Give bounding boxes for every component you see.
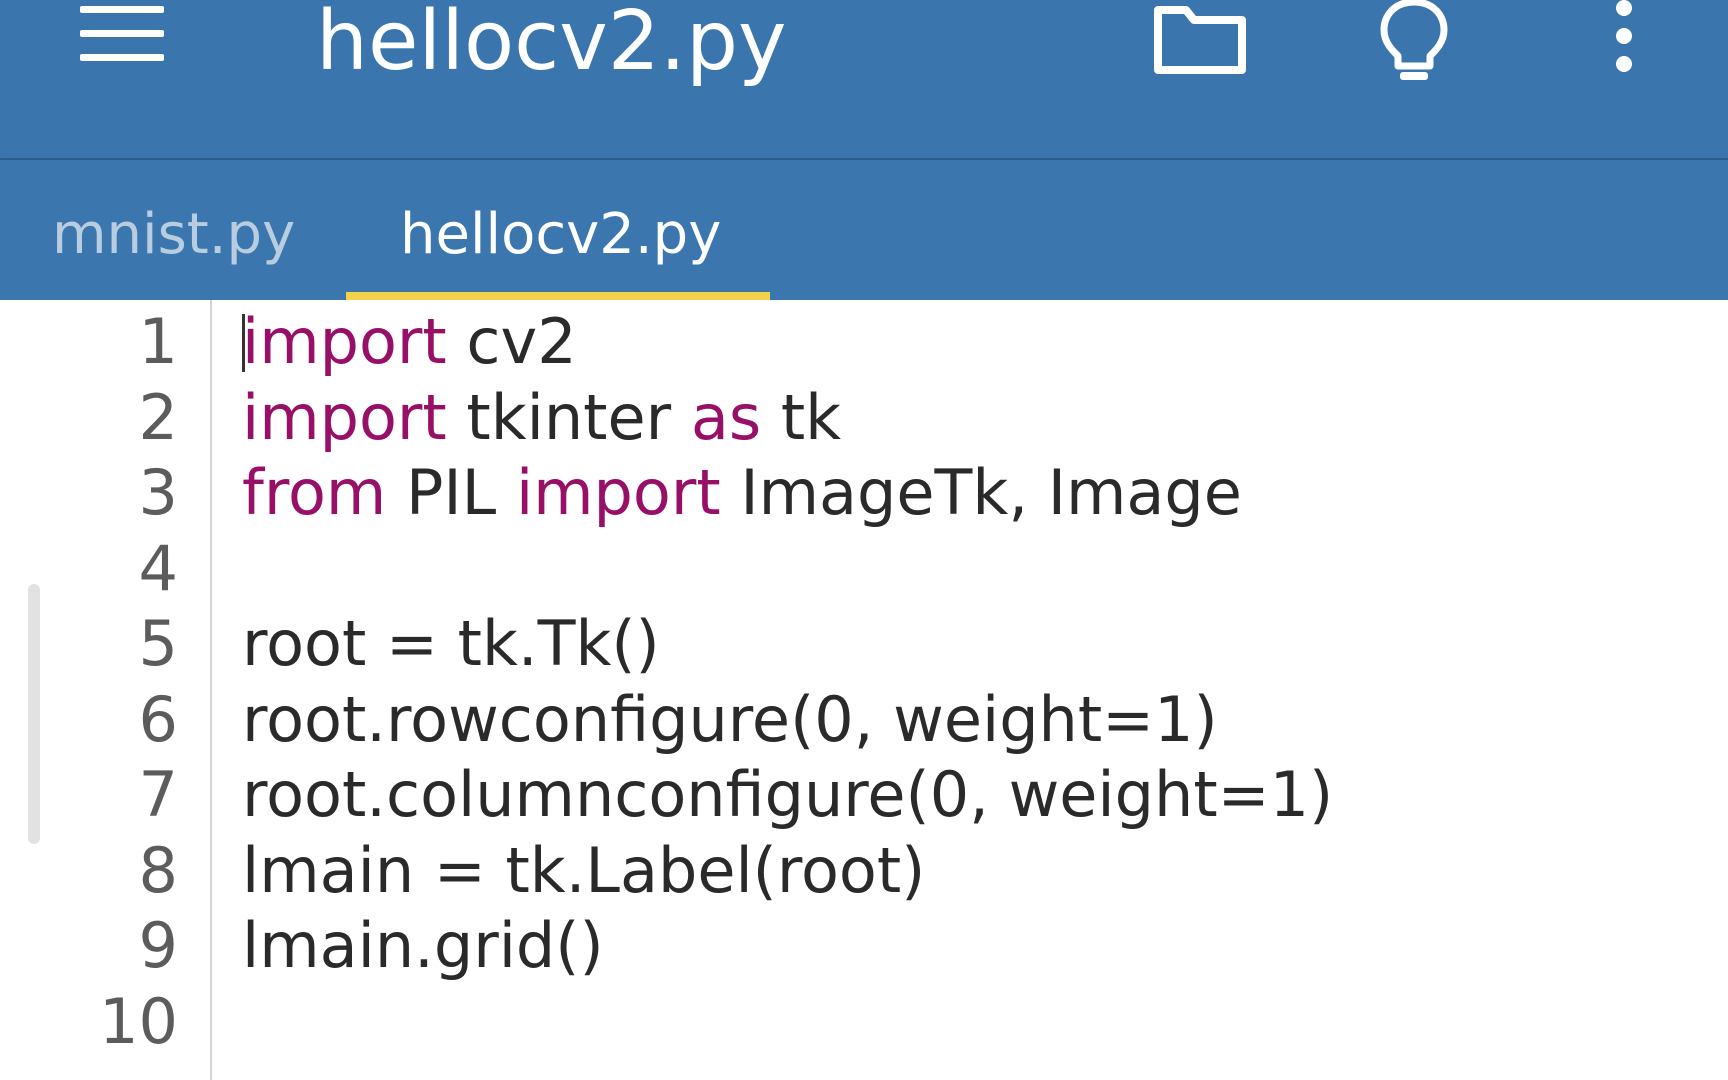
line-number: 7: [138, 758, 178, 831]
line-code: root = tk.Tk(): [242, 602, 660, 685]
line-number: 5: [138, 607, 178, 680]
active-tab-indicator: [346, 292, 770, 300]
code-line[interactable]: 9 lmain.grid(): [0, 904, 1728, 987]
line-number: 6: [138, 682, 178, 756]
line-code: from PIL import ImageTk, Image: [242, 451, 1242, 534]
code-line[interactable]: 4: [0, 527, 1728, 610]
code-token: cv2: [446, 305, 577, 378]
code-token: lmain = tk.Label(root): [242, 833, 926, 907]
code-keyword: import: [242, 380, 447, 454]
code-line[interactable]: 2 import tkinter as tk: [0, 376, 1728, 459]
code-keyword: as: [690, 380, 762, 454]
app-title: hellocv2.py: [316, 0, 787, 89]
text-cursor: [242, 314, 245, 372]
code-line[interactable]: 6 root.rowconfigure(0, weight=1): [0, 678, 1728, 761]
code-line[interactable]: 1 import cv2: [0, 300, 1728, 383]
line-code: root.columnconfigure(0, weight=1): [242, 753, 1333, 836]
code-line[interactable]: 7 root.columnconfigure(0, weight=1): [0, 753, 1728, 836]
code-keyword: import: [242, 305, 447, 378]
line-number: 3: [138, 456, 178, 529]
menu-icon[interactable]: [72, 0, 168, 78]
code-token: tkinter: [446, 380, 691, 454]
line-code: lmain.grid(): [242, 904, 604, 987]
code-token: root = tk.Tk(): [242, 607, 660, 680]
code-keyword: import: [515, 456, 721, 529]
code-line[interactable]: 3 from PIL import ImageTk, Image: [0, 451, 1728, 534]
line-number: 9: [138, 909, 178, 982]
code-token: lmain.grid(): [242, 909, 604, 982]
line-number: 2: [138, 380, 178, 454]
tab-mnist[interactable]: mnist.py: [52, 160, 295, 300]
lightbulb-icon[interactable]: [1372, 0, 1456, 84]
line-number: 4: [138, 531, 178, 605]
tab-bar: mnist.py hellocv2.py: [0, 160, 1728, 300]
code-editor[interactable]: 1 import cv2 2 import tkinter as tk 3 from PI…: [0, 300, 1728, 1080]
editor-app: hellocv2.py mnist.py hellocv2.py 1 impor…: [0, 0, 1728, 1080]
more-vert-icon[interactable]: [1600, 0, 1648, 80]
tab-hellocv2[interactable]: hellocv2.py: [400, 160, 721, 300]
line-code: import cv2: [242, 300, 577, 383]
folder-icon[interactable]: [1150, 0, 1250, 80]
line-number: 1: [138, 305, 178, 378]
code-keyword: from: [242, 456, 387, 529]
line-code: lmain = tk.Label(root): [242, 829, 925, 912]
code-token: tk: [761, 380, 842, 454]
code-token: root.columnconfigure(0, weight=1): [242, 758, 1334, 831]
line-code: import tkinter as tk: [242, 376, 841, 459]
code-token: ImageTk, Image: [720, 456, 1242, 529]
code-token: PIL: [386, 456, 516, 529]
line-number: 8: [138, 833, 178, 907]
line-code: root.rowconfigure(0, weight=1): [242, 678, 1218, 761]
code-line[interactable]: 5 root = tk.Tk(): [0, 602, 1728, 685]
code-token: root.rowconfigure(0, weight=1): [242, 682, 1218, 756]
code-line[interactable]: 10: [0, 980, 1728, 1063]
app-bar: hellocv2.py: [0, 0, 1728, 160]
code-line[interactable]: 8 lmain = tk.Label(root): [0, 829, 1728, 912]
line-number: 10: [99, 984, 178, 1058]
